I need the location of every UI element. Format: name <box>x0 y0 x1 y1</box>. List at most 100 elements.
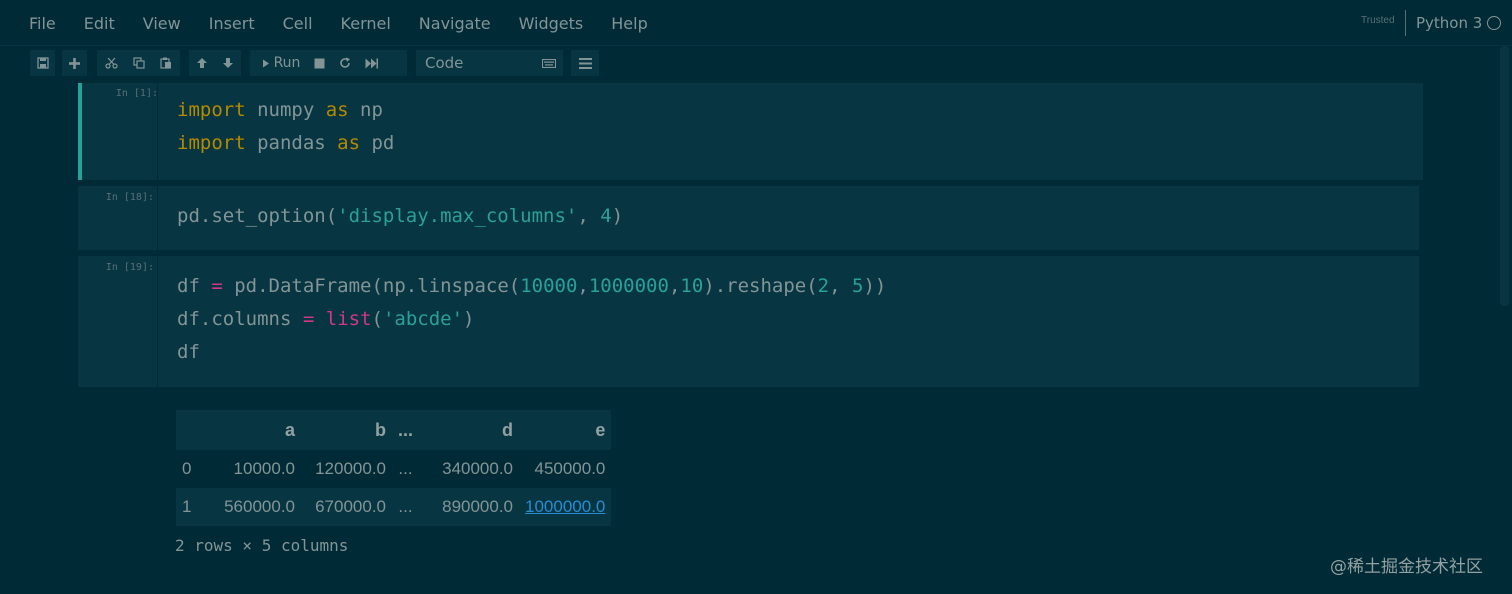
copy-button[interactable] <box>125 50 152 76</box>
restart-run-all-button[interactable] <box>358 50 384 76</box>
number-literal: 4 <box>600 205 612 227</box>
move-up-button[interactable] <box>189 50 215 76</box>
code-cell[interactable]: In [18]: pd.set_option('display.max_colu… <box>78 186 1419 250</box>
move-down-button[interactable] <box>215 50 241 76</box>
code-text: import numpy as np import pandas as pd <box>177 94 394 160</box>
dataframe-summary: 2 rows × 5 columns <box>175 536 349 555</box>
play-icon <box>262 59 269 67</box>
fast-forward-icon <box>365 58 378 68</box>
toolbar-group-edit <box>97 50 180 76</box>
menu-navigate[interactable]: Navigate <box>419 14 491 33</box>
menu-kernel[interactable]: Kernel <box>341 14 391 33</box>
string-literal: 'abcde' <box>382 308 464 330</box>
column-header: b <box>375 419 386 440</box>
table-cell: 560000.0 <box>224 497 295 516</box>
cut-button[interactable] <box>97 50 125 76</box>
save-button[interactable] <box>30 50 55 76</box>
code-editor[interactable]: df = pd.DataFrame(np.linspace(10000,1000… <box>157 256 1419 387</box>
command-palette-button[interactable] <box>535 50 563 76</box>
menu-edit[interactable]: Edit <box>84 14 115 33</box>
copy-icon <box>132 57 145 69</box>
code-cell[interactable]: In [1]: import numpy as np import pandas… <box>78 83 1423 180</box>
code-token: , <box>577 275 589 297</box>
toolbar-group-run: Run <box>250 50 407 76</box>
table-cell: 340000.0 <box>442 459 514 478</box>
scrollbar-thumb[interactable] <box>1500 46 1509 306</box>
number-literal: 5 <box>852 275 864 297</box>
code-text: pd.set_option('display.max_columns', 4) <box>177 200 623 233</box>
menu-widgets[interactable]: Widgets <box>519 14 584 33</box>
cell-link[interactable]: 1000000.0 <box>525 497 605 516</box>
code-editor[interactable]: import numpy as np import pandas as pd <box>157 83 1423 180</box>
code-cell[interactable]: In [19]: df = pd.DataFrame(np.linspace(1… <box>78 256 1419 387</box>
toolbar-group-save <box>30 50 55 76</box>
code-token: np <box>348 99 383 121</box>
interrupt-button[interactable] <box>306 50 332 76</box>
code-editor[interactable]: pd.set_option('display.max_columns', 4) <box>157 186 1419 250</box>
kernel-idle-icon <box>1487 16 1501 30</box>
column-header: a <box>284 419 295 440</box>
keyword: as <box>337 132 361 154</box>
operator: = <box>302 308 315 330</box>
toolbar-group-move <box>189 50 241 76</box>
row-index: 1 <box>182 497 192 516</box>
code-token: numpy <box>245 99 326 121</box>
table-cell: 670000.0 <box>315 497 386 516</box>
menu-view[interactable]: View <box>143 14 181 33</box>
run-button[interactable]: Run <box>250 50 306 76</box>
operator: = <box>211 275 223 297</box>
run-label: Run <box>273 55 301 71</box>
code-token: df <box>177 275 212 297</box>
save-icon <box>36 57 49 69</box>
menu-file[interactable]: File <box>29 14 56 33</box>
code-token: ( <box>371 308 383 330</box>
menu-bar: File Edit View Insert Cell Kernel Naviga… <box>0 0 1512 46</box>
table-cell: 120000.0 <box>315 459 386 478</box>
builtin-function: list <box>325 308 372 330</box>
paste-button[interactable] <box>152 50 180 76</box>
restart-icon <box>340 57 350 68</box>
menu-insert[interactable]: Insert <box>209 14 255 33</box>
trusted-indicator[interactable]: Trusted <box>1361 15 1395 26</box>
arrow-down-icon <box>223 58 233 68</box>
table-cell: ... <box>398 497 413 516</box>
number-literal: 2 <box>817 275 830 297</box>
table-cell-link[interactable]: 1000000.0 <box>519 488 611 526</box>
list-icon <box>578 57 592 69</box>
table-header-row: a b ... d e <box>176 410 612 450</box>
insert-cell-button[interactable] <box>62 50 87 76</box>
table-row: 0 10000.0 120000.0 ... 340000.0 450000.0 <box>176 450 611 488</box>
restart-button[interactable] <box>332 50 358 76</box>
table-row: 1 560000.0 670000.0 ... 890000.0 1000000… <box>176 488 612 526</box>
kernel-name[interactable]: Python 3 <box>1416 14 1482 32</box>
number-literal: 10 <box>680 275 704 297</box>
code-token: pandas <box>245 132 338 154</box>
code-token: ).reshape( <box>703 275 818 297</box>
cut-icon <box>104 57 118 69</box>
code-token: )) <box>863 275 887 297</box>
toc-button[interactable] <box>571 50 599 76</box>
code-token: , <box>829 275 853 297</box>
code-token: df.columns <box>177 308 303 330</box>
row-index: 0 <box>182 459 192 478</box>
code-token: ) <box>611 205 624 227</box>
code-token: ) <box>463 308 475 330</box>
keyword: import <box>177 99 246 121</box>
column-header: ... <box>398 419 414 440</box>
code-token: pd <box>360 132 395 154</box>
plus-icon <box>69 57 80 69</box>
dataframe-output: a b ... d e 0 10000.0 120000.0 ... 34000… <box>176 410 612 526</box>
keyword: import <box>177 132 246 154</box>
input-prompt: In [18]: <box>105 192 154 203</box>
menu-cell[interactable]: Cell <box>283 14 313 33</box>
table-cell: ... <box>398 459 413 478</box>
toolbar-group-insert <box>62 50 87 76</box>
menu-help[interactable]: Help <box>611 14 647 33</box>
paste-icon <box>160 57 171 69</box>
watermark: @稀土掘金技术社区 <box>1330 557 1483 577</box>
code-text: df = pd.DataFrame(np.linspace(10000,1000… <box>177 270 886 369</box>
code-token: , <box>577 205 601 227</box>
arrow-up-icon <box>197 58 207 68</box>
table-cell: 890000.0 <box>442 497 514 516</box>
